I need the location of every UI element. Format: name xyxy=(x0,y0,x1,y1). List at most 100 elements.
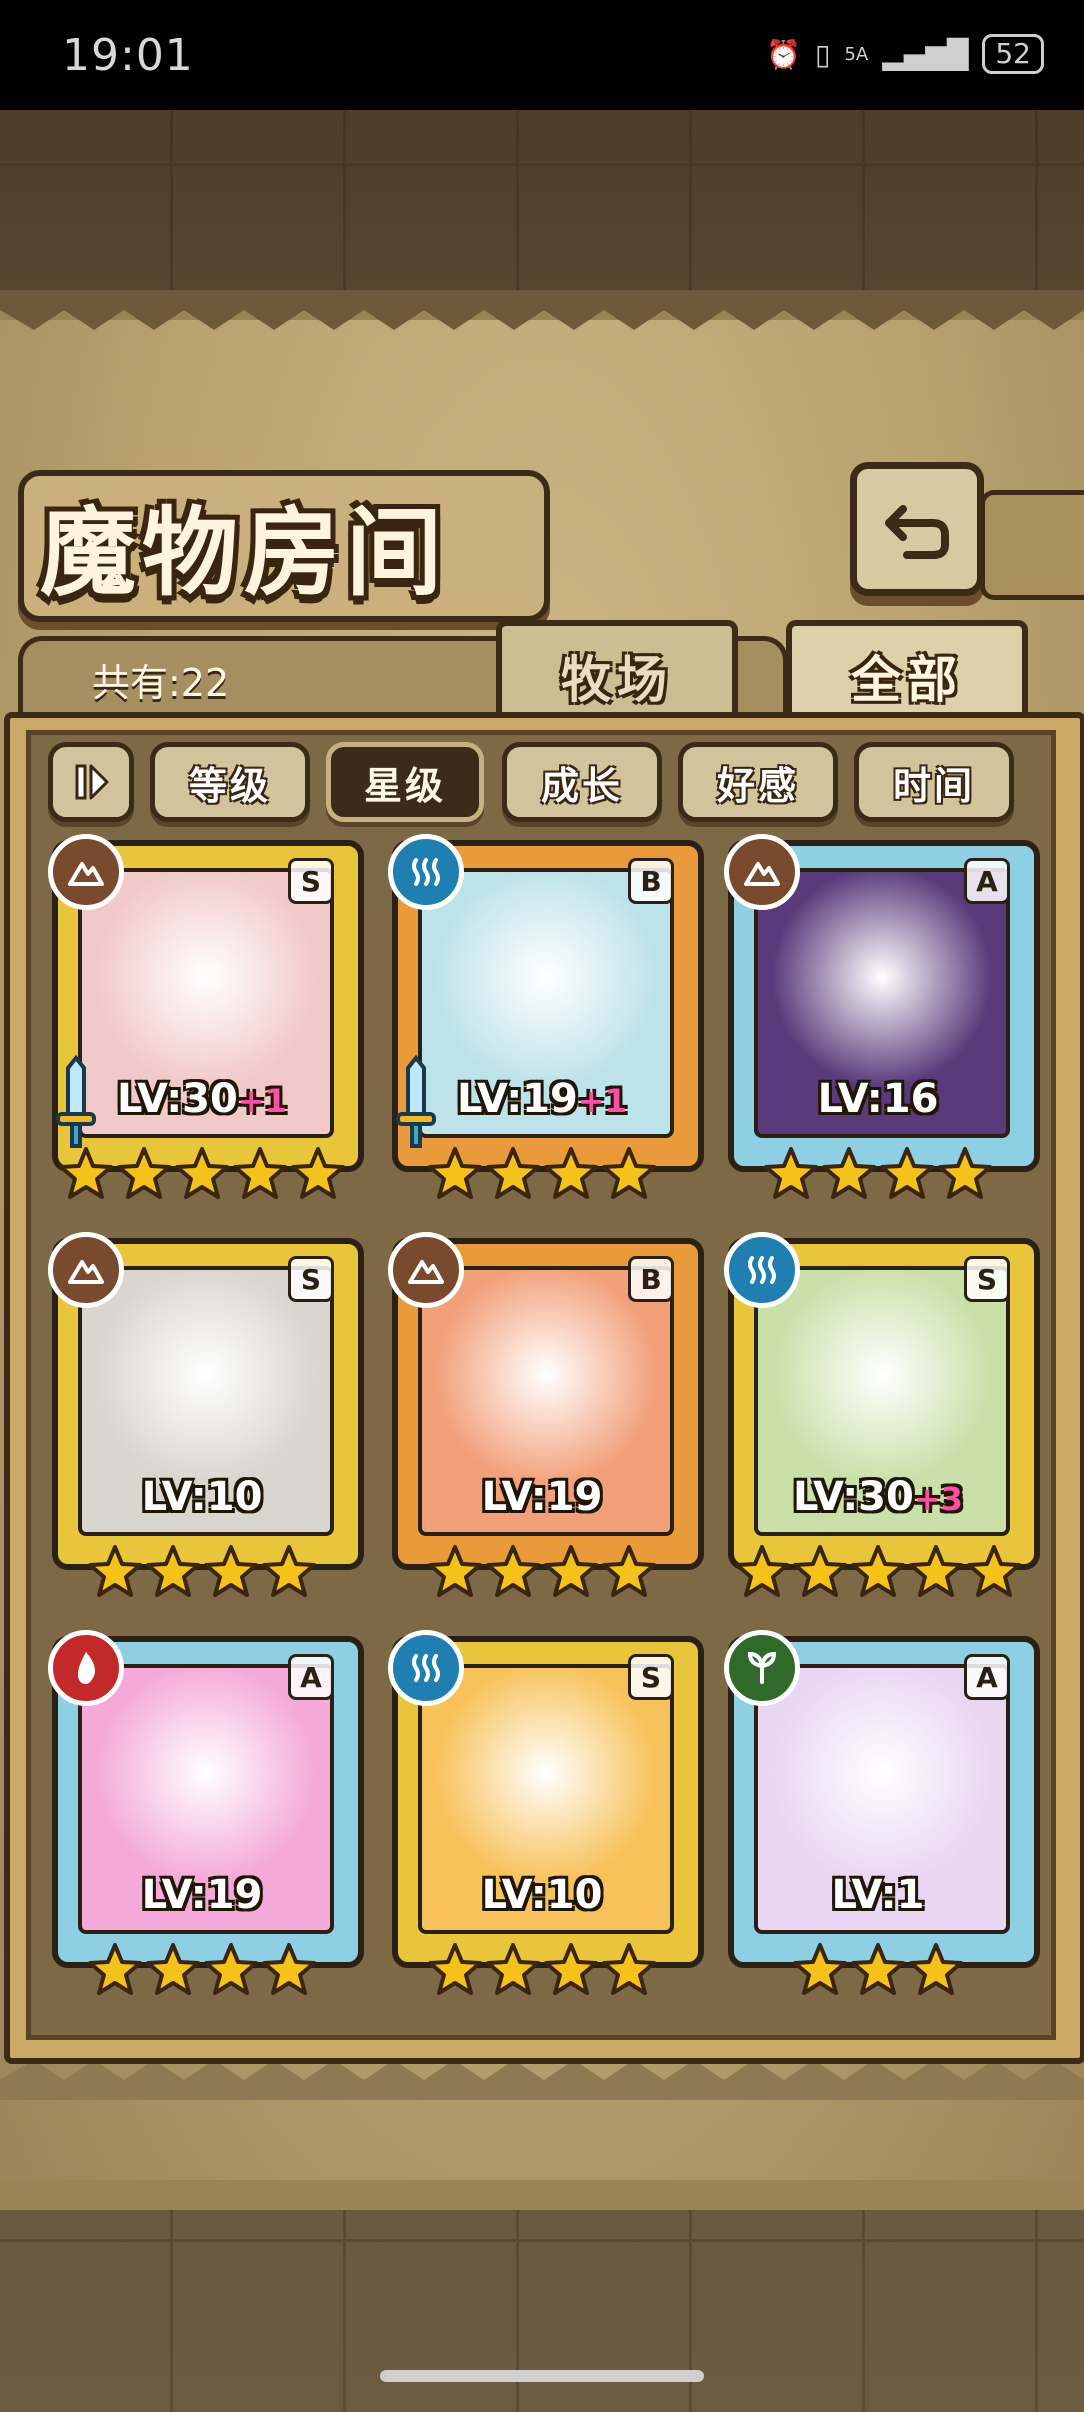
status-time: 19:01 xyxy=(62,30,194,81)
element-earth-icon xyxy=(48,834,124,910)
star-icon xyxy=(762,1147,820,1206)
return-arrow-icon xyxy=(885,505,949,559)
star-rating xyxy=(52,1942,352,2002)
monster-level: LV:10 xyxy=(392,1872,692,1918)
star-icon xyxy=(542,1545,600,1604)
level-text: LV:19 xyxy=(457,1076,578,1122)
sort-by-level-button[interactable]: 等级 xyxy=(150,742,310,822)
level-text: LV:10 xyxy=(481,1872,603,1918)
rank-badge: S xyxy=(288,1256,334,1302)
element-water-icon xyxy=(388,1630,464,1706)
monster-card[interactable]: B LV:19 xyxy=(388,1232,704,1598)
level-text: LV:30 xyxy=(793,1474,914,1520)
sort-by-growth-label: 成长 xyxy=(540,763,623,808)
monster-card[interactable]: A LV:19 xyxy=(48,1630,364,1996)
vibrate-icon: ▯ xyxy=(815,37,831,71)
sort-order-toggle-button[interactable] xyxy=(48,742,134,822)
level-text: LV:10 xyxy=(141,1474,263,1520)
star-icon xyxy=(231,1147,289,1206)
zigzag-top-border xyxy=(0,290,1084,330)
monster-level: LV:19 xyxy=(52,1872,352,1918)
monster-card[interactable]: A LV:1 xyxy=(724,1630,1040,1996)
monster-card[interactable]: S LV:30+3 xyxy=(724,1232,1040,1598)
star-rating xyxy=(392,1544,692,1604)
element-water-icon xyxy=(724,1232,800,1308)
star-icon xyxy=(173,1147,231,1206)
star-icon xyxy=(484,1147,542,1206)
rank-badge: A xyxy=(288,1654,334,1700)
monster-card[interactable]: S LV:10 xyxy=(388,1630,704,1996)
element-fire-icon xyxy=(48,1630,124,1706)
star-icon xyxy=(849,1545,907,1604)
sort-by-time-button[interactable]: 时间 xyxy=(854,742,1014,822)
battery-indicator: 52 xyxy=(982,34,1044,74)
star-icon xyxy=(426,1943,484,2002)
star-icon xyxy=(289,1147,347,1206)
star-icon xyxy=(484,1943,542,2002)
element-earth-icon xyxy=(48,1232,124,1308)
star-icon xyxy=(542,1147,600,1206)
monster-card[interactable]: S LV:30+1 xyxy=(48,834,364,1200)
star-icon xyxy=(849,1943,907,2002)
rank-badge: B xyxy=(628,858,674,904)
star-icon xyxy=(426,1545,484,1604)
star-icon xyxy=(144,1943,202,2002)
element-water-icon xyxy=(388,834,464,910)
sort-order-icon xyxy=(75,764,109,800)
tab-all[interactable]: 全部 xyxy=(786,620,1028,726)
star-rating xyxy=(392,1942,692,2002)
element-earth-icon xyxy=(724,834,800,910)
level-text: LV:19 xyxy=(481,1474,603,1520)
tab-ranch[interactable]: 牧场 xyxy=(496,620,738,726)
star-icon xyxy=(260,1943,318,2002)
sort-bar: 等级 星级 成长 好感 时间 xyxy=(48,742,1038,822)
star-icon xyxy=(965,1545,1023,1604)
signal-icon: ▂▄▆█ xyxy=(882,37,969,71)
home-indicator[interactable] xyxy=(380,2370,704,2382)
star-icon xyxy=(426,1147,484,1206)
side-tab-decoration xyxy=(980,490,1084,600)
element-wood-icon xyxy=(724,1630,800,1706)
back-button[interactable] xyxy=(850,462,984,596)
star-rating xyxy=(728,1942,1028,2002)
monster-level: LV:19 xyxy=(392,1474,692,1520)
star-icon xyxy=(600,1943,658,2002)
status-icons: ⏰ ▯ 5A ▂▄▆█ 52 xyxy=(766,34,1044,74)
monster-level: LV:30+1 xyxy=(52,1076,352,1122)
sort-by-affection-label: 好感 xyxy=(716,763,799,808)
monster-card[interactable]: S LV:10 xyxy=(48,1232,364,1598)
sort-by-affection-button[interactable]: 好感 xyxy=(678,742,838,822)
star-icon xyxy=(260,1545,318,1604)
star-icon xyxy=(907,1943,965,2002)
star-icon xyxy=(878,1147,936,1206)
star-icon xyxy=(791,1943,849,2002)
level-text: LV:30 xyxy=(117,1076,238,1122)
sort-by-stars-button[interactable]: 星级 xyxy=(326,742,484,822)
star-icon xyxy=(907,1545,965,1604)
monster-count: 共有:22 xyxy=(92,661,230,705)
monster-level: LV:1 xyxy=(728,1872,1028,1918)
rank-badge: A xyxy=(964,1654,1010,1700)
monster-card[interactable]: B LV:19+1 xyxy=(388,834,704,1200)
star-icon xyxy=(86,1545,144,1604)
rank-badge: S xyxy=(964,1256,1010,1302)
sort-by-level-label: 等级 xyxy=(188,763,271,808)
star-icon xyxy=(144,1545,202,1604)
monster-level: LV:30+3 xyxy=(728,1474,1028,1520)
rank-badge: B xyxy=(628,1256,674,1302)
tab-all-label: 全部 xyxy=(851,650,963,709)
sort-by-growth-button[interactable]: 成长 xyxy=(502,742,662,822)
star-icon xyxy=(86,1943,144,2002)
star-icon xyxy=(115,1147,173,1206)
star-icon xyxy=(600,1147,658,1206)
rank-badge: S xyxy=(288,858,334,904)
star-icon xyxy=(202,1545,260,1604)
monster-card[interactable]: A LV:16 xyxy=(724,834,1040,1200)
star-icon xyxy=(484,1545,542,1604)
star-rating xyxy=(392,1146,692,1206)
star-icon xyxy=(733,1545,791,1604)
star-icon xyxy=(57,1147,115,1206)
level-bonus: +1 xyxy=(577,1082,627,1120)
status-bar: 19:01 ⏰ ▯ 5A ▂▄▆█ 52 xyxy=(0,0,1084,110)
level-bonus: +1 xyxy=(237,1082,287,1120)
